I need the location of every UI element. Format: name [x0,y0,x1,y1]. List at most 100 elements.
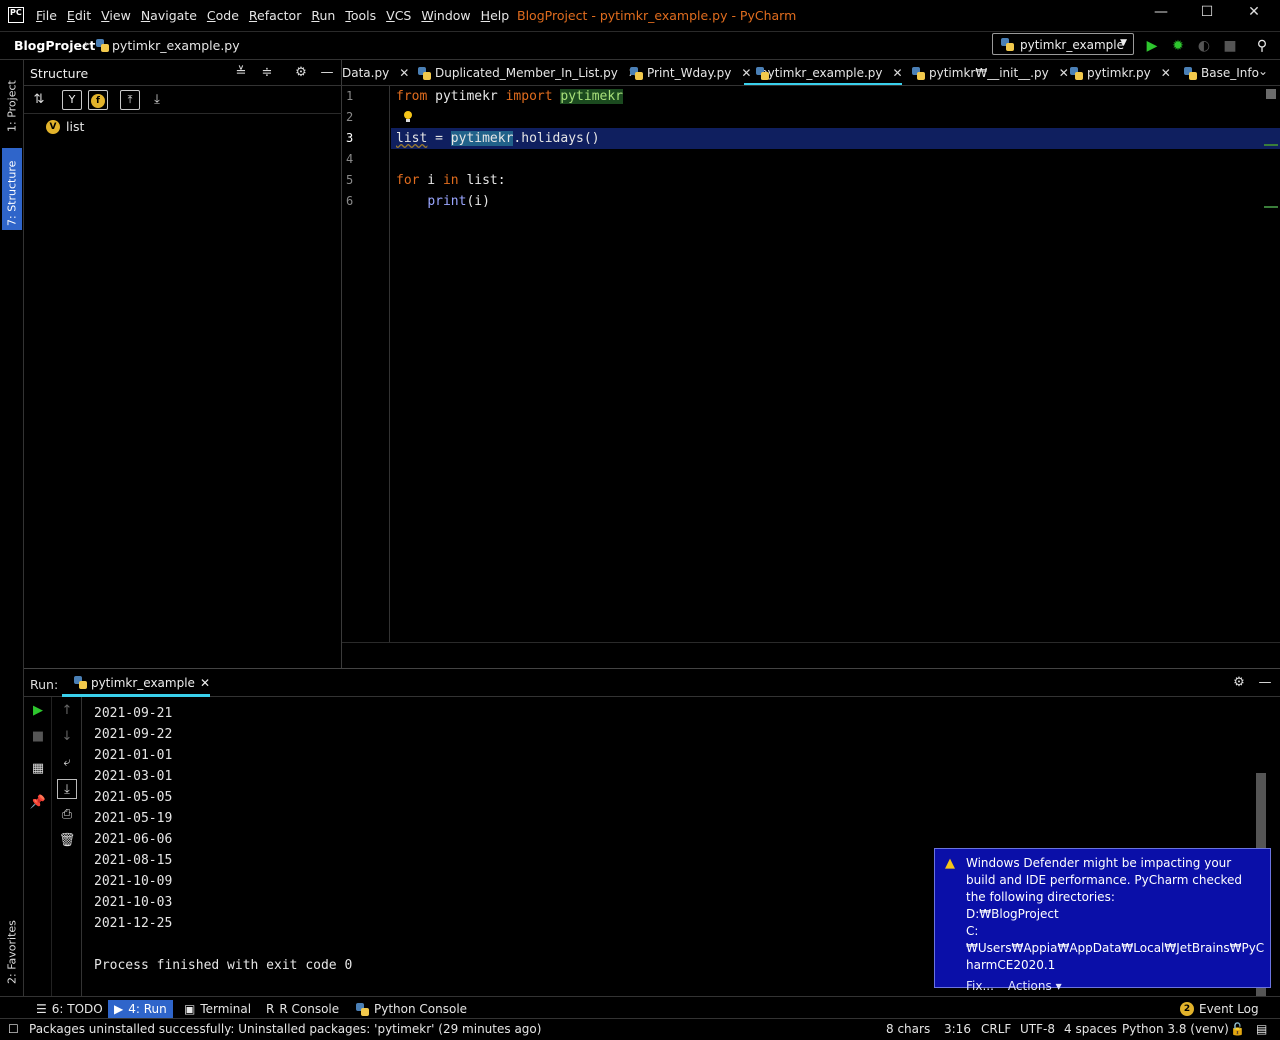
pin-icon[interactable]: 📌 [28,793,48,813]
status-selection-chars: 8 chars [886,1022,931,1036]
run-icon[interactable]: ▶ [1143,37,1161,55]
tab-data-py[interactable]: Data.py ✕ [342,60,409,85]
scroll-to-end-icon[interactable]: ⤓ [57,779,77,799]
structure-tab-label: 7: Structure [5,160,19,226]
notification-dir-1: D:₩BlogProject [966,907,1059,921]
structure-header: Structure ≚ ≑ ⚙ — [24,60,342,86]
menu-help[interactable]: Help [481,8,510,23]
run-tab[interactable]: pytimkr_example ✕ [62,673,210,697]
actions-dropdown[interactable]: Actions ▾ [1008,978,1062,995]
status-encoding[interactable]: UTF-8 [1020,1022,1055,1036]
collapse-all-icon[interactable]: ≑ [258,64,276,82]
code-line-6: print(i) [396,191,490,212]
status-interpreter[interactable]: Python 3.8 (venv) [1122,1022,1229,1036]
breadcrumb-file[interactable]: pytimkr_example.py [112,38,240,53]
tab-duplicated-member[interactable]: Duplicated_Member_In_List.py ✕ [418,60,638,85]
terminal-tool-button[interactable]: ▣ Terminal [178,1000,257,1018]
soft-wrap-icon[interactable]: ⤶ [57,753,77,773]
tab-label: Duplicated_Member_In_List.py [435,66,618,80]
menu-view[interactable]: View [101,8,131,23]
autoscroll-from-source-icon[interactable]: ⤓ [148,91,166,109]
r-icon: R [266,1002,275,1016]
close-tab-icon[interactable]: ✕ [1161,66,1171,80]
menu-window[interactable]: Window [421,8,470,23]
sort-alpha-icon[interactable]: ⇅ [30,91,48,109]
status-indent[interactable]: 4 spaces [1064,1022,1117,1036]
arrow-up-icon[interactable]: ↑ [57,701,77,721]
minimize-panel-icon[interactable]: — [318,64,336,82]
menu-run[interactable]: Run [311,8,335,23]
terminal-icon: ▣ [184,1002,196,1016]
lock-icon[interactable]: 🔓 [1230,1022,1245,1036]
stop-icon[interactable]: ■ [1221,37,1239,55]
minimize-panel-icon[interactable]: — [1255,673,1275,693]
close-tab-icon[interactable]: ✕ [893,66,903,80]
lightbulb-icon[interactable] [403,110,413,123]
menu-file[interactable]: File [36,8,57,23]
close-tab-icon[interactable]: ✕ [399,66,409,80]
autoscroll-to-source-icon[interactable]: ⤒ [120,90,140,110]
project-tool-tab[interactable]: 1: Project [2,64,22,136]
tabs-overflow-chevron-icon[interactable]: ⌄ [1258,64,1268,78]
search-icon[interactable]: ⚲ [1253,37,1271,55]
todo-tool-button[interactable]: ☰ 6: TODO [30,1000,109,1018]
maximize-button[interactable]: ☐ [1187,4,1227,26]
menu-vcs[interactable]: VCS [386,8,411,23]
print-icon[interactable]: ⎙ [57,805,77,825]
console-output[interactable]: 2021-09-21 2021-09-22 2021-01-01 2021-03… [94,703,352,976]
menu-refactor[interactable]: Refactor [249,8,301,23]
inspection-status-icon[interactable] [1266,89,1276,99]
code-editor[interactable]: 1 2 3 4 5 6 from pytimekr import pytimek… [342,86,1280,642]
structure-tree-item[interactable]: V list [46,119,84,134]
run-configuration-select[interactable]: pytimkr_example ▼ [992,33,1134,55]
stop-icon[interactable]: ■ [28,727,48,747]
tab-print-wday[interactable]: Print_Wday.py ✕ [630,60,751,85]
trash-icon[interactable]: 🗑 [57,831,77,851]
python-file-icon [96,39,109,52]
menu-edit[interactable]: Edit [67,8,91,23]
minimize-button[interactable]: — [1141,4,1181,26]
todo-label: 6: TODO [51,1002,103,1016]
python-icon [1001,38,1014,51]
gear-icon[interactable]: ⚙ [292,64,310,82]
status-message[interactable]: Packages uninstalled successfully: Unins… [29,1022,541,1036]
fix-link[interactable]: Fix... [966,978,994,995]
rerun-icon[interactable]: ▶ [28,701,48,721]
show-inherited-icon[interactable]: Y [62,90,82,110]
warning-icon: ▲ [945,856,955,871]
menu-navigate[interactable]: Navigate [141,8,197,23]
arrow-down-icon[interactable]: ↓ [57,727,77,747]
favorites-tool-tab[interactable]: 2: Favorites [2,902,22,988]
toggle-tool-windows-icon[interactable]: ☐ [8,1022,19,1036]
tab-pytimkr[interactable]: pytimkr.py ✕ [1070,60,1171,85]
close-tab-icon[interactable]: ✕ [200,676,210,694]
editor-horizontal-scrollbar[interactable] [342,642,1280,668]
menu-code[interactable]: Code [207,8,239,23]
expand-all-icon[interactable]: ≚ [232,64,250,82]
menu-tools[interactable]: Tools [345,8,376,23]
memory-indicator-icon[interactable]: ▤ [1256,1022,1267,1036]
coverage-icon[interactable]: ◐ [1195,37,1213,55]
project-tab-label: 1: Project [5,80,19,132]
layout-icon[interactable]: ▦ [28,759,48,779]
operator: = [427,131,451,146]
status-line-separator[interactable]: CRLF [981,1022,1011,1036]
notification-text-1: Windows Defender might be impacting your [966,856,1232,870]
close-tab-icon[interactable]: ✕ [1059,66,1069,80]
python-console-tool-button[interactable]: Python Console [350,1000,473,1018]
event-log-tool-button[interactable]: 2 Event Log [1174,1000,1265,1018]
show-fields-icon[interactable]: f [88,90,108,110]
run-tool-button[interactable]: ▶ 4: Run [108,1000,173,1018]
tab-pytimkr-example[interactable]: pytimkr_example.py ✕ [744,60,903,85]
tab-base-info[interactable]: Base_Info [1184,60,1259,85]
status-caret-position[interactable]: 3:16 [944,1022,971,1036]
debug-icon[interactable]: ✹ [1169,37,1187,55]
gear-icon[interactable]: ⚙ [1229,673,1249,693]
chevron-down-icon: ▼ [1120,38,1127,48]
tab-pytimkr-init[interactable]: pytimkr₩__init__.py ✕ [912,60,1069,85]
structure-tool-tab[interactable]: 7: Structure [2,148,22,230]
scroll-marker [1264,144,1278,146]
list-icon: ☰ [36,1002,47,1016]
close-window-button[interactable]: ✕ [1234,4,1274,26]
r-console-tool-button[interactable]: R R Console [260,1000,345,1018]
